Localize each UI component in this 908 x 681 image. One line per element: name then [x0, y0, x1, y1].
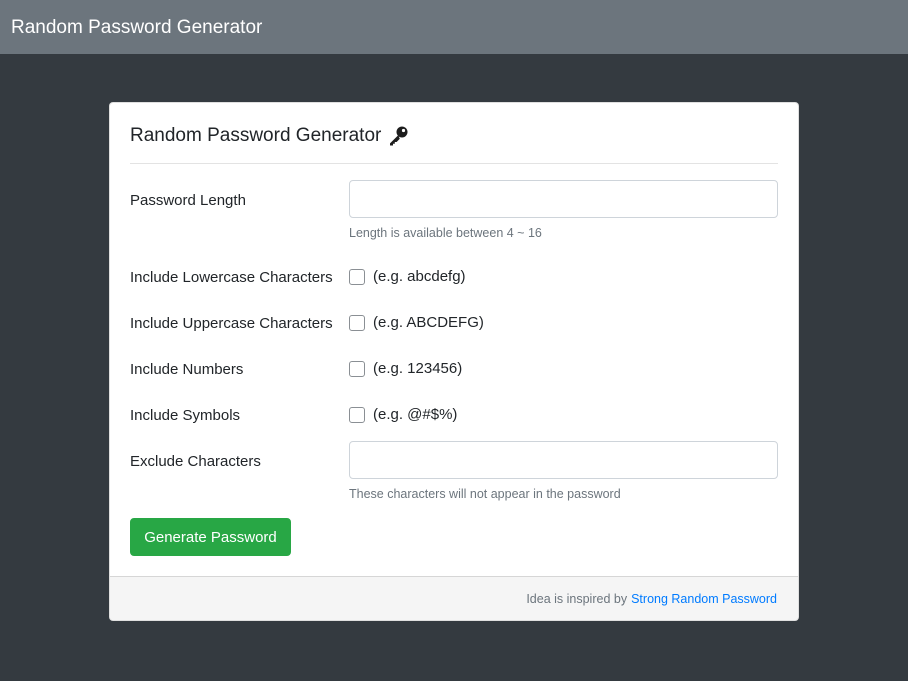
exclude-input[interactable] — [349, 441, 778, 479]
lowercase-example: (e.g. abcdefg) — [373, 268, 466, 285]
password-length-help: Length is available between 4 ~ 16 — [349, 226, 542, 240]
title-divider — [130, 163, 778, 164]
generate-password-button[interactable]: Generate Password — [130, 518, 291, 556]
numbers-example: (e.g. 123456) — [373, 360, 463, 377]
symbols-checkbox[interactable] — [349, 406, 365, 423]
uppercase-label: Include Uppercase Characters — [130, 315, 333, 332]
password-length-input[interactable] — [349, 180, 778, 218]
uppercase-option: (e.g. ABCDEFG) — [349, 314, 484, 331]
exclude-label: Exclude Characters — [130, 453, 261, 470]
key-icon — [387, 125, 409, 147]
uppercase-checkbox[interactable] — [349, 314, 365, 331]
generator-card: Random Password Generator Password Lengt… — [109, 102, 799, 621]
card-footer: Idea is inspired by Strong Random Passwo… — [110, 576, 798, 620]
symbols-example: (e.g. @#$%) — [373, 406, 458, 423]
footer-link[interactable]: Strong Random Password — [631, 592, 777, 606]
numbers-label: Include Numbers — [130, 361, 244, 378]
symbols-label: Include Symbols — [130, 407, 241, 424]
uppercase-example: (e.g. ABCDEFG) — [373, 314, 484, 331]
navbar: Random Password Generator — [0, 0, 908, 54]
password-length-label: Password Length — [130, 192, 246, 209]
lowercase-option: (e.g. abcdefg) — [349, 268, 466, 285]
numbers-checkbox[interactable] — [349, 360, 365, 377]
footer-text: Idea is inspired by — [526, 592, 628, 606]
lowercase-checkbox[interactable] — [349, 268, 365, 285]
navbar-brand[interactable]: Random Password Generator — [11, 18, 262, 37]
card-title-text: Random Password Generator — [130, 125, 382, 146]
lowercase-label: Include Lowercase Characters — [130, 269, 333, 286]
card-title: Random Password Generator — [130, 125, 409, 147]
exclude-help: These characters will not appear in the … — [349, 487, 621, 501]
symbols-option: (e.g. @#$%) — [349, 406, 457, 423]
numbers-option: (e.g. 123456) — [349, 360, 462, 377]
